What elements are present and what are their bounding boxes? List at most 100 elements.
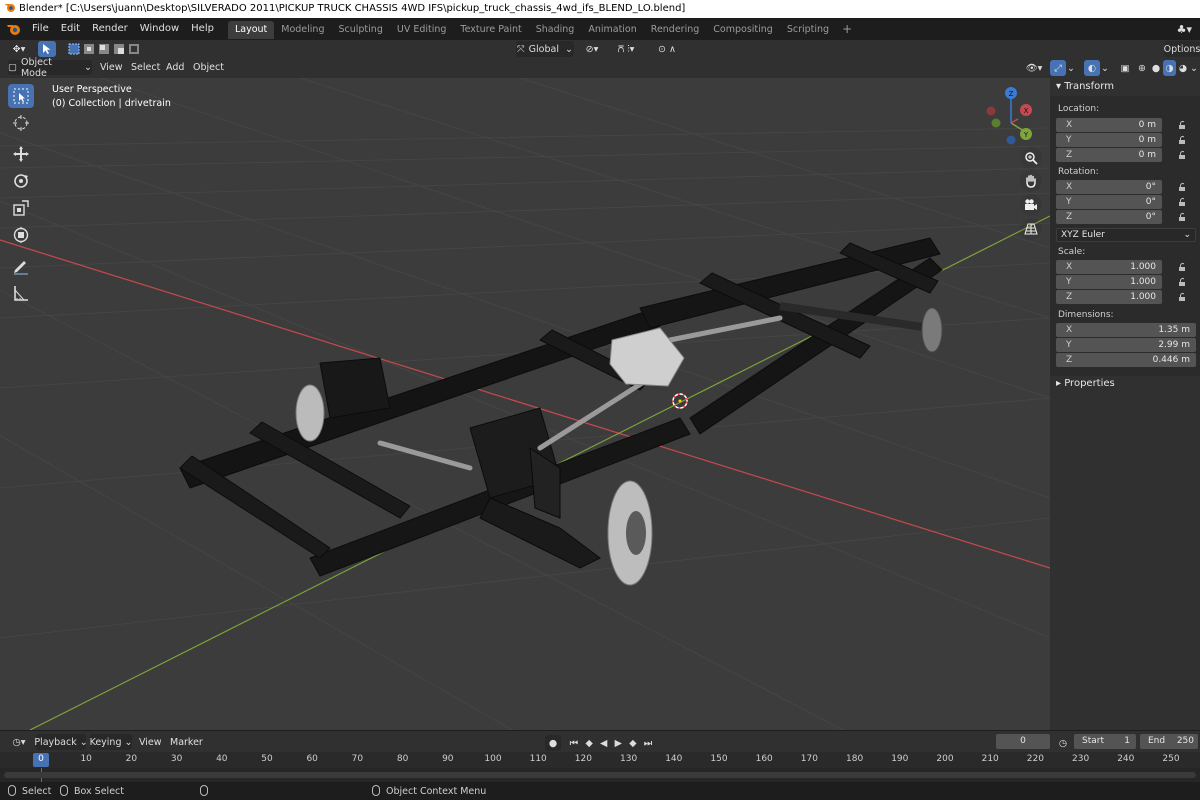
- tab-rendering[interactable]: Rendering: [644, 21, 707, 39]
- tab-compositing[interactable]: Compositing: [706, 21, 780, 39]
- play-reverse-icon[interactable]: ◀: [600, 738, 607, 749]
- rendered-shading-icon[interactable]: ◕: [1177, 60, 1189, 76]
- tab-scripting[interactable]: Scripting: [780, 21, 836, 39]
- tab-sculpting[interactable]: Sculpting: [331, 21, 389, 39]
- tool-scale[interactable]: [8, 196, 34, 220]
- mode-dropdown[interactable]: ▢ Object Mode ⌄: [8, 57, 92, 79]
- lock-icon[interactable]: [1178, 135, 1188, 145]
- lock-icon[interactable]: [1178, 182, 1188, 192]
- lock-icon[interactable]: [1178, 277, 1188, 287]
- lock-icon[interactable]: [1178, 197, 1188, 207]
- location-y-field[interactable]: Y0 m: [1056, 133, 1162, 147]
- tab-shading[interactable]: Shading: [529, 21, 582, 39]
- timeline-view-menu[interactable]: View: [139, 736, 162, 750]
- menu-select[interactable]: Select: [131, 61, 160, 75]
- selection-mode-icons[interactable]: [66, 41, 140, 57]
- wireframe-shading-icon[interactable]: ⊕: [1136, 60, 1148, 76]
- tool-cursor[interactable]: [8, 111, 34, 135]
- dimensions-x-field[interactable]: X 1.35 m: [1056, 323, 1196, 337]
- tab-modeling[interactable]: Modeling: [274, 21, 331, 39]
- rotation-x-field[interactable]: X 0°: [1056, 180, 1162, 194]
- tool-rotate[interactable]: [8, 169, 34, 193]
- jump-start-icon[interactable]: ⏮: [570, 738, 579, 749]
- dimensions-y-field[interactable]: Y 2.99 m: [1056, 338, 1196, 352]
- tool-annotate[interactable]: [8, 254, 34, 278]
- timeline-ruler[interactable]: 0 10 20 30 40 50 60 70 80 90 100 110 120 130 140 150 160…: [0, 752, 1200, 768]
- lock-icon[interactable]: [1178, 292, 1188, 302]
- select-cursor-icon[interactable]: [38, 41, 56, 57]
- menu-render[interactable]: Render: [86, 18, 134, 40]
- jump-end-icon[interactable]: ⏭: [644, 738, 653, 749]
- playback-controls[interactable]: ⏮ ◆ ◀ ▶ ◆ ⏭: [566, 735, 656, 751]
- pan-hand-icon[interactable]: [1020, 170, 1042, 192]
- tab-uv-editing[interactable]: UV Editing: [390, 21, 454, 39]
- tab-animation[interactable]: Animation: [581, 21, 643, 39]
- menu-window[interactable]: Window: [134, 18, 185, 40]
- scale-y-field[interactable]: Y 1.000: [1056, 275, 1162, 289]
- blender-menu-icon[interactable]: [4, 20, 24, 38]
- chevron-down-icon[interactable]: ⌄: [1100, 60, 1110, 76]
- location-z-field[interactable]: Z0 m: [1056, 148, 1162, 162]
- location-x-field[interactable]: X0 m: [1056, 118, 1162, 132]
- transform-panel-header[interactable]: ▾ Transform: [1050, 78, 1200, 96]
- scene-selector-icon[interactable]: ♣▾: [1177, 23, 1192, 36]
- chevron-down-icon[interactable]: ⌄: [1189, 60, 1199, 76]
- tab-texture-paint[interactable]: Texture Paint: [453, 21, 528, 39]
- timeline-track-area[interactable]: [0, 768, 1200, 782]
- snap-icon[interactable]: ⩃ ⫶▾: [606, 41, 646, 57]
- prev-keyframe-icon[interactable]: ◆: [585, 738, 592, 749]
- add-workspace-icon[interactable]: +: [836, 22, 858, 36]
- material-shading-icon[interactable]: ◑: [1163, 60, 1176, 76]
- tool-move[interactable]: [8, 142, 34, 166]
- scale-x-field[interactable]: X 1.000: [1056, 260, 1162, 274]
- menu-view[interactable]: View: [100, 61, 123, 75]
- options-button[interactable]: Options: [1164, 41, 1200, 57]
- transform-orientation-dropdown[interactable]: ⤧ Global ⌄: [516, 41, 574, 57]
- current-frame-field[interactable]: 0: [996, 734, 1050, 749]
- tool-select-box[interactable]: [8, 84, 34, 108]
- solid-shading-icon[interactable]: ●: [1150, 60, 1162, 76]
- lock-icon[interactable]: [1178, 150, 1188, 160]
- menu-add[interactable]: Add: [166, 61, 184, 75]
- timeline-scrollbar[interactable]: [4, 772, 1196, 778]
- rotation-y-field[interactable]: Y 0°: [1056, 195, 1162, 209]
- pivot-point-icon[interactable]: ⊘▾: [580, 41, 604, 57]
- zoom-icon[interactable]: [1020, 147, 1042, 169]
- dimensions-z-field[interactable]: Z 0.446 m: [1056, 353, 1196, 367]
- play-icon[interactable]: ▶: [615, 738, 622, 749]
- keying-menu[interactable]: Keying ⌄: [90, 734, 132, 750]
- xray-icon[interactable]: ▣: [1118, 60, 1132, 76]
- gizmo-toggle-icon[interactable]: ⤢: [1050, 60, 1066, 76]
- start-frame-field[interactable]: Start 1: [1074, 734, 1136, 749]
- overlay-toggle-icon[interactable]: ◐: [1084, 60, 1100, 76]
- lock-icon[interactable]: [1178, 120, 1188, 130]
- camera-view-icon[interactable]: [1020, 194, 1042, 216]
- 3d-viewport[interactable]: Z X Y User Perspective (0) Collection | …: [0, 78, 1050, 730]
- tool-measure[interactable]: [8, 281, 34, 305]
- transform-pivot-icon[interactable]: ✥▾: [6, 41, 32, 57]
- chevron-down-icon[interactable]: ⌄: [1066, 60, 1076, 76]
- properties-panel-header[interactable]: ▸ Properties: [1050, 376, 1200, 392]
- tab-layout[interactable]: Layout: [227, 21, 275, 39]
- menu-edit[interactable]: Edit: [55, 18, 86, 40]
- timeline-editor-type-icon[interactable]: ◷▾: [6, 734, 32, 750]
- end-frame-field[interactable]: End 250: [1140, 734, 1198, 749]
- visibility-icon[interactable]: 👁▾: [1020, 60, 1048, 76]
- rotation-mode-select[interactable]: XYZ Euler ⌄: [1056, 228, 1196, 242]
- record-icon[interactable]: ●: [545, 735, 561, 751]
- clock-icon[interactable]: ◷: [1056, 735, 1070, 751]
- tool-transform[interactable]: [8, 223, 34, 247]
- menu-help[interactable]: Help: [185, 18, 220, 40]
- menu-object[interactable]: Object: [193, 61, 224, 75]
- perspective-grid-icon[interactable]: [1020, 218, 1042, 240]
- proportional-editing-icon[interactable]: ⊙ ∧: [650, 41, 684, 57]
- status-rotate-hint: [200, 785, 214, 798]
- lock-icon[interactable]: [1178, 212, 1188, 222]
- playback-menu[interactable]: Playback ⌄: [34, 734, 88, 750]
- scale-z-field[interactable]: Z 1.000: [1056, 290, 1162, 304]
- menu-file[interactable]: File: [26, 18, 55, 40]
- next-keyframe-icon[interactable]: ◆: [629, 738, 636, 749]
- lock-icon[interactable]: [1178, 262, 1188, 272]
- timeline-marker-menu[interactable]: Marker: [170, 736, 203, 750]
- rotation-z-field[interactable]: Z 0°: [1056, 210, 1162, 224]
